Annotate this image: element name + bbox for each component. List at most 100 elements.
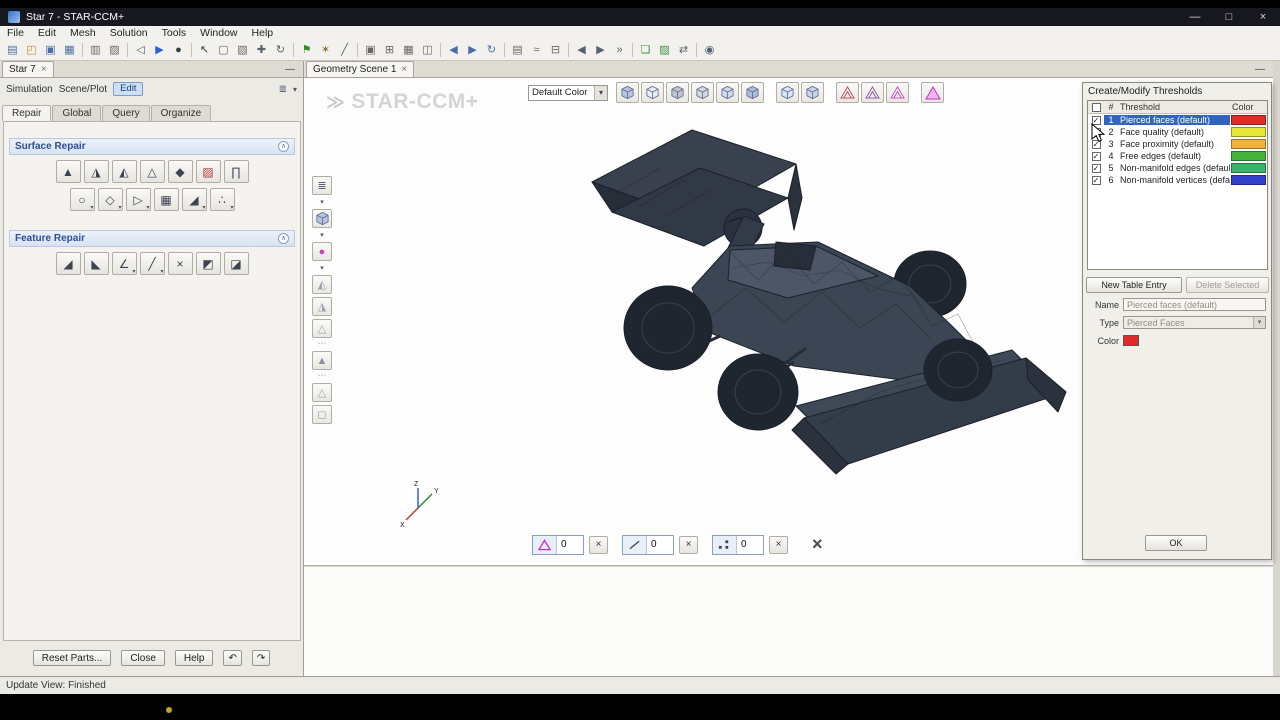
copy-view-icon[interactable]: ◫	[418, 42, 437, 59]
reset-parts-button[interactable]: Reset Parts...	[32, 650, 112, 666]
part-rotate-left-icon[interactable]: ◩	[195, 252, 221, 275]
rotate-view-icon[interactable]: ↻	[271, 42, 290, 59]
clear-counter-button[interactable]: ×	[679, 535, 698, 554]
clear-all-button[interactable]: ×	[812, 534, 823, 555]
collapse-icon[interactable]: ∧	[278, 141, 289, 152]
part-rotate-right-icon[interactable]: ◪	[223, 252, 249, 275]
feature-repair-header[interactable]: Feature Repair ∧	[9, 230, 295, 247]
row-color-swatch[interactable]	[1231, 163, 1266, 173]
smooth-vertices-icon[interactable]: △	[139, 160, 165, 183]
delete-selected-button[interactable]: Delete Selected	[1186, 277, 1269, 293]
pan-view-icon[interactable]: ✚	[252, 42, 271, 59]
zone-select-icon[interactable]: ▧	[233, 42, 252, 59]
snapshot-icon[interactable]: ▣	[361, 42, 380, 59]
edit-toggle[interactable]: Edit	[113, 82, 144, 96]
tab-organize[interactable]: Organize	[150, 105, 212, 121]
swap-edges-icon[interactable]: ◢ ▾	[181, 188, 207, 211]
copy-scene-icon[interactable]: ❏	[636, 42, 655, 59]
step-backward-icon[interactable]: ◀	[572, 42, 591, 59]
close-window-button[interactable]: ×	[1246, 8, 1280, 26]
tree-view-icon[interactable]: ≣	[279, 84, 287, 95]
select-edges-icon[interactable]: ◮	[312, 297, 332, 316]
patch-surface-icon[interactable]: ◭	[111, 160, 137, 183]
minimize-panel-icon[interactable]: —	[285, 64, 295, 75]
fill-holes-icon[interactable]: ◮	[83, 160, 109, 183]
menu-mesh[interactable]: Mesh	[63, 27, 103, 39]
zip-edges-icon[interactable]: ▲	[55, 160, 81, 183]
render-points-icon[interactable]	[801, 82, 824, 103]
collapse-icon[interactable]: ∧	[278, 233, 289, 244]
select-faces-icon[interactable]: ◭	[312, 275, 332, 294]
plot-monitor-icon[interactable]: ≈	[527, 42, 546, 59]
split-edges-icon[interactable]: ╱ ▾	[139, 252, 165, 275]
settings-icon[interactable]: ◉	[700, 42, 719, 59]
fill-region-icon[interactable]: ▦	[153, 188, 179, 211]
render-hidden-icon[interactable]	[666, 82, 689, 103]
mode-simulation[interactable]: Simulation	[6, 84, 53, 95]
chevron-down-icon[interactable]: ▾	[293, 85, 297, 94]
expand-selection-icon[interactable]: ◇ ▾	[97, 188, 123, 211]
render-wireframe-icon[interactable]	[641, 82, 664, 103]
mode-scene-plot[interactable]: Scene/Plot	[59, 84, 107, 95]
render-edges-icon[interactable]	[776, 82, 799, 103]
undo-icon[interactable]: ↶	[223, 650, 242, 666]
mesh-quality-violet-icon[interactable]	[861, 82, 884, 103]
collapse-faces-icon[interactable]: ◆	[167, 160, 193, 183]
mark-feature-edges-icon[interactable]: ◢	[55, 252, 81, 275]
row-color-swatch[interactable]	[1231, 175, 1266, 185]
row-color-swatch[interactable]	[1231, 127, 1266, 137]
select-all-checkbox[interactable]	[1091, 102, 1101, 112]
open-file-icon[interactable]: ◰	[22, 42, 41, 59]
close-icon[interactable]: ×	[401, 64, 407, 75]
close-icon[interactable]: ×	[41, 64, 47, 75]
mesh-quality-red-icon[interactable]	[836, 82, 859, 103]
selection-box-icon[interactable]: ◻	[312, 405, 332, 424]
run-simulation-icon[interactable]: ▶	[150, 42, 169, 59]
row-color-swatch[interactable]	[1231, 115, 1266, 125]
menu-solution[interactable]: Solution	[103, 27, 155, 39]
clear-counter-button[interactable]: ×	[769, 535, 788, 554]
threshold-row[interactable]: ✓ 3 Face proximity (default)	[1088, 138, 1267, 150]
row-checkbox[interactable]: ✓	[1091, 163, 1101, 173]
menu-file[interactable]: File	[0, 27, 31, 39]
render-outline-icon[interactable]	[716, 82, 739, 103]
help-button[interactable]: Help	[174, 650, 214, 666]
color-swatch[interactable]	[1123, 335, 1139, 346]
chevron-down-icon[interactable]: ▾	[312, 231, 332, 239]
color-mode-select[interactable]: Default Color ▾	[528, 84, 608, 101]
chevron-down-icon[interactable]: ▾	[312, 198, 332, 206]
save-icon[interactable]: ▣	[41, 42, 60, 59]
close-button[interactable]: Close	[121, 650, 165, 666]
next-view-icon[interactable]: ▶	[463, 42, 482, 59]
merge-edges-icon[interactable]: ×	[167, 252, 193, 275]
render-surface-mesh-icon[interactable]	[741, 82, 764, 103]
menu-tools[interactable]: Tools	[155, 27, 194, 39]
jump-to-end-icon[interactable]: »	[610, 42, 629, 59]
chevron-down-icon[interactable]: ▾	[594, 85, 607, 100]
maximize-window-button[interactable]: □	[1212, 8, 1246, 26]
type-select[interactable]: Pierced Faces ▾	[1123, 316, 1266, 329]
threshold-row[interactable]: ✓ 1 Pierced faces (default)	[1088, 114, 1267, 126]
threshold-display-icon[interactable]	[921, 82, 944, 103]
spreadsheet-icon[interactable]: ▤	[508, 42, 527, 59]
tab-query[interactable]: Query	[102, 105, 150, 121]
tab-star7[interactable]: Star 7 ×	[2, 61, 54, 77]
grow-selection-icon[interactable]: ▲	[312, 351, 332, 370]
feature-angle-icon[interactable]: ∠ ▾	[111, 252, 137, 275]
row-checkbox[interactable]: ✓	[1091, 151, 1101, 161]
paste-scene-icon[interactable]: ▨	[655, 42, 674, 59]
menu-help[interactable]: Help	[245, 27, 281, 39]
previous-view-icon[interactable]: ◀	[444, 42, 463, 59]
minimize-scene-icon[interactable]: —	[1255, 64, 1265, 75]
surface-repair-header[interactable]: Surface Repair ∧	[9, 138, 295, 155]
select-pointer-icon[interactable]: ↖	[195, 42, 214, 59]
new-file-icon[interactable]: ▤	[3, 42, 22, 59]
probe-point-icon[interactable]: ✶	[316, 42, 335, 59]
menu-window[interactable]: Window	[193, 27, 244, 39]
find-pierced-faces-icon[interactable]: ▨	[195, 160, 221, 183]
row-color-swatch[interactable]	[1231, 139, 1266, 149]
play-animation-icon[interactable]: ▶	[591, 42, 610, 59]
measure-distance-icon[interactable]: ╱	[335, 42, 354, 59]
selection-filter-icon[interactable]: ▷ ▾	[125, 188, 151, 211]
render-solid-icon[interactable]	[616, 82, 639, 103]
